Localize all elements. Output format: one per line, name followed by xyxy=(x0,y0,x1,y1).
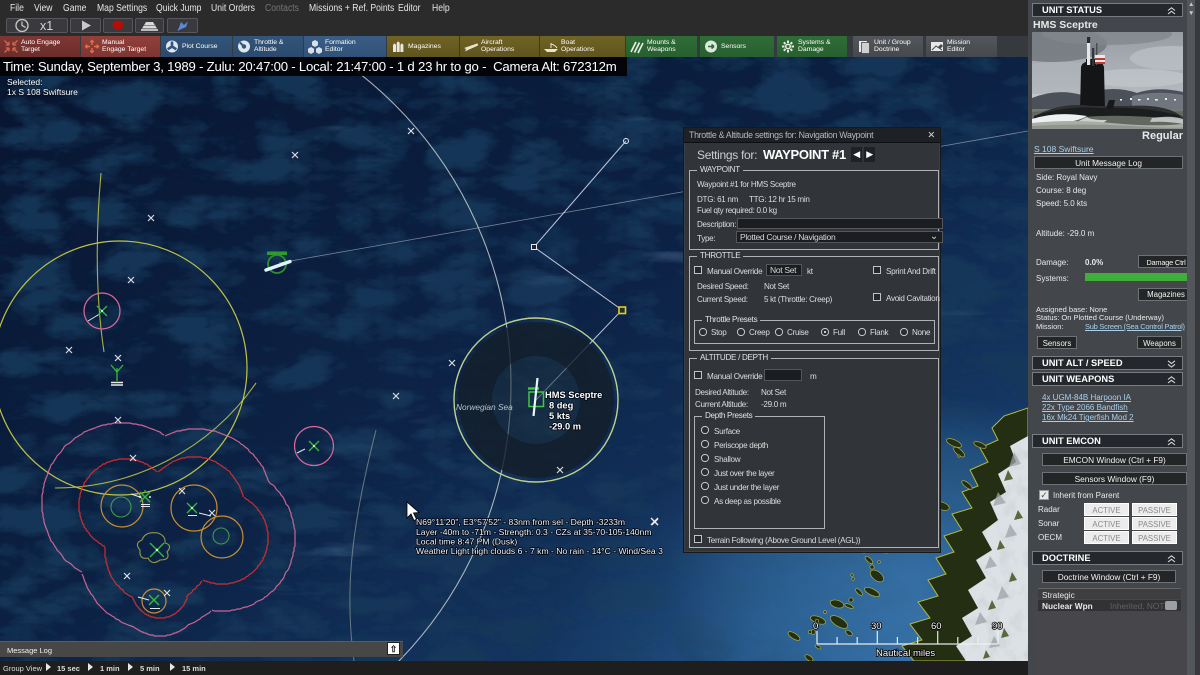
svg-text:Layer -40m to -71m - Strength:: Layer -40m to -71m - Strength: 0.3 - CZs… xyxy=(416,527,651,537)
svg-text:Nautical miles: Nautical miles xyxy=(876,648,935,659)
svg-text:30: 30 xyxy=(871,621,882,632)
svg-text:5 kts: 5 kts xyxy=(549,411,570,421)
svg-text:Weather Light high clouds 6 -: Weather Light high clouds 6 - 7 km - No … xyxy=(416,546,663,556)
svg-text:0: 0 xyxy=(813,621,818,632)
svg-text:90: 90 xyxy=(992,621,1003,632)
svg-text:Norwegian Sea: Norwegian Sea xyxy=(456,402,513,412)
svg-text:N69°11'20", E3°57'52" - 83nm f: N69°11'20", E3°57'52" - 83nm from sel - … xyxy=(416,517,625,527)
svg-text:8 deg: 8 deg xyxy=(549,401,574,411)
svg-text:60: 60 xyxy=(931,621,942,632)
svg-text:x1: x1 xyxy=(40,19,53,32)
svg-text:Local time 8:47 PM (Dusk): Local time 8:47 PM (Dusk) xyxy=(416,537,517,547)
svg-text:-29.0 m: -29.0 m xyxy=(549,422,581,432)
svg-text:HMS Sceptre: HMS Sceptre xyxy=(545,390,602,400)
